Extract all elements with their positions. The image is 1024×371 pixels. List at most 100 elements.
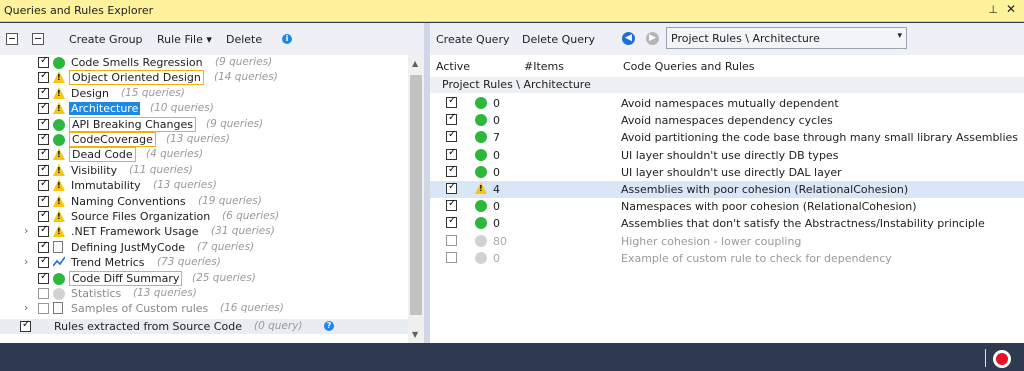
tree-item[interactable]: Object Oriented Design (14 queries) [0,70,408,86]
group-active-checkbox[interactable] [38,288,49,299]
tree-item-label[interactable]: Object Oriented Design [69,70,204,86]
group-active-checkbox[interactable] [38,55,49,68]
info-icon[interactable]: i [282,34,292,44]
tree-item-label[interactable]: Visibility [69,164,119,177]
tree-item-label[interactable]: Statistics [69,287,123,300]
group-active-checkbox[interactable] [38,271,49,284]
rule-row[interactable]: 0 UI layer shouldn't use directly DB type… [430,147,1024,164]
tree-item[interactable]: API Breaking Changes (9 queries) [0,116,408,132]
rule-row[interactable]: 0 UI layer shouldn't use directly DAL lay… [430,164,1024,181]
group-active-checkbox[interactable] [38,163,49,176]
group-selector-dropdown[interactable]: Project Rules \ Architecture ▾ [666,27,907,49]
rule-active-checkbox[interactable] [446,234,457,246]
rule-active-checkbox[interactable] [446,251,457,263]
rule-active-checkbox[interactable] [446,147,457,160]
rule-active-checkbox[interactable] [446,129,457,143]
tree-item-label[interactable]: Naming Conventions [69,195,188,208]
rule-name[interactable]: Higher cohesion - lower coupling [621,235,801,248]
tree-item-label[interactable]: Samples of Custom rules [69,302,210,315]
rule-active-checkbox[interactable] [446,198,457,212]
group-active-checkbox[interactable] [38,86,49,99]
rule-name[interactable]: Example of custom rule to check for depe… [621,252,892,265]
tree-item[interactable]: › Trend Metrics (73 queries) [0,255,408,270]
tree-item-label[interactable]: Code Diff Summary [69,270,183,286]
rule-row[interactable]: 80 Higher cohesion - lower coupling [430,233,1024,250]
rule-name[interactable]: Assemblies that don't satisfy the Abstra… [621,217,985,230]
back-icon[interactable]: ◀ [622,32,635,45]
tree-item-label[interactable]: Dead Code [69,147,136,163]
scroll-thumb[interactable] [410,75,422,315]
tree-item[interactable]: Source Files Organization (6 queries) [0,209,408,224]
group-active-checkbox[interactable] [38,70,49,84]
tree-item-label[interactable]: Design [69,87,111,100]
scroll-up-icon[interactable]: ▲ [412,59,418,68]
group-active-checkbox[interactable] [38,101,49,115]
tree-item[interactable]: Dead Code (4 queries) [0,147,408,163]
tree-item[interactable]: › Samples of Custom rules (16 queries) [0,301,408,316]
tree-item[interactable]: Architecture (10 queries) [0,101,408,116]
tree-item-label[interactable]: Source Files Organization [69,210,212,223]
tree-item[interactable]: Design (15 queries) [0,86,408,101]
rule-row[interactable]: 7 Avoid partitioning the code base throug… [430,129,1024,146]
group-active-checkbox[interactable] [38,147,49,161]
record-icon[interactable] [993,350,1011,368]
rule-row[interactable]: 0 Assemblies that don't satisfy the Abstr… [430,215,1024,232]
rule-file-menu[interactable]: Rule File ▾ [157,33,212,46]
delete-query-button[interactable]: Delete Query [522,33,595,46]
tree-item[interactable]: Immutability (13 queries) [0,178,408,193]
tree-item-label[interactable]: Defining JustMyCode [69,241,187,254]
create-query-button[interactable]: Create Query [436,33,509,46]
expand-all-icon[interactable] [6,33,18,45]
rule-active-checkbox[interactable] [446,164,457,177]
rule-name[interactable]: Avoid partitioning the code base through… [621,131,1018,144]
tree-item[interactable]: Code Diff Summary (25 queries) [0,270,408,286]
help-icon[interactable]: ? [324,320,334,331]
tree-item-label[interactable]: Architecture [69,102,141,116]
rule-active-checkbox[interactable] [446,95,457,108]
group-active-checkbox[interactable] [38,117,49,130]
rule-name[interactable]: Avoid namespaces mutually dependent [621,97,839,110]
close-icon[interactable]: ✕ [1006,2,1016,16]
rule-row[interactable]: 0 Avoid namespaces dependency cycles [430,112,1024,129]
column-header-name[interactable]: Code Queries and Rules [623,60,755,73]
rule-active-checkbox[interactable] [446,215,457,229]
rule-name[interactable]: Avoid namespaces dependency cycles [621,114,833,127]
group-active-checkbox[interactable] [38,194,49,207]
rule-row[interactable]: 4 Assemblies with poor cohesion (Relation… [430,181,1024,199]
tree-item-label[interactable]: API Breaking Changes [69,116,196,132]
create-group-button[interactable]: Create Group [69,33,143,46]
tree-item[interactable]: Naming Conventions (19 queries) [0,194,408,209]
rule-name[interactable]: UI layer shouldn't use directly DB types [621,149,838,162]
group-active-checkbox[interactable] [38,240,49,253]
tree-item-label[interactable]: Immutability [69,179,143,192]
rule-row[interactable]: 0 Avoid namespaces mutually dependent [430,95,1024,112]
tree-item[interactable]: Visibility (11 queries) [0,163,408,178]
extracted-rules-row[interactable]: Rules extracted from Source Code (0 query… [0,318,408,335]
tree-item-label[interactable]: .NET Framework Usage [69,225,201,238]
tree-item-label[interactable]: CodeCoverage [69,132,156,147]
rule-name[interactable]: UI layer shouldn't use directly DAL laye… [621,166,842,179]
column-header-active[interactable]: Active [436,60,470,73]
rule-name[interactable]: Namespaces with poor cohesion (Relationa… [621,200,917,213]
group-active-checkbox[interactable] [38,132,49,145]
extracted-rules-checkbox[interactable] [20,319,31,332]
group-active-checkbox[interactable] [38,303,49,315]
rule-active-checkbox[interactable] [446,181,457,194]
rule-row[interactable]: 0 Example of custom rule to check for dep… [430,250,1024,267]
tree-item[interactable]: Code Smells Regression (9 queries) [0,55,408,70]
forward-icon[interactable]: ▶ [646,32,659,45]
tree-item[interactable]: Defining JustMyCode (7 queries) [0,240,408,255]
column-header-items[interactable]: #Items [524,60,564,73]
tree-item[interactable]: › .NET Framework Usage (31 queries) [0,224,408,239]
expand-arrow-icon[interactable]: › [24,224,28,237]
expand-arrow-icon[interactable]: › [24,255,28,268]
group-active-checkbox[interactable] [38,224,49,238]
pin-icon[interactable]: ⊥ [988,3,998,16]
tree-item-label[interactable]: Trend Metrics [69,256,147,269]
delete-group-button[interactable]: Delete [226,33,262,46]
expand-arrow-icon[interactable]: › [24,301,28,314]
rule-active-checkbox[interactable] [446,112,457,126]
group-active-checkbox[interactable] [38,209,49,222]
tree-item[interactable]: CodeCoverage (13 queries) [0,132,408,147]
group-active-checkbox[interactable] [38,178,49,192]
